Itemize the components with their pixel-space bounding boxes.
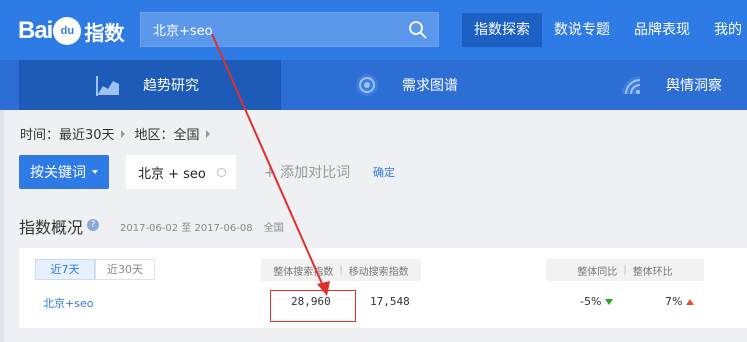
- yoy-value: -5%: [580, 295, 614, 308]
- mobile-search-header: 移动搜索指数: [348, 266, 409, 278]
- date-range-text: 2017-06-02 至 2017-06-08: [120, 223, 253, 234]
- keyword-chip-label: 北京 + seo: [138, 166, 206, 182]
- nav-my[interactable]: 我的: [702, 13, 747, 47]
- divider: |: [339, 264, 343, 276]
- by-keyword-label: 按关键词: [30, 165, 86, 181]
- date-range: 2017-06-02 至 2017-06-08 全国: [120, 219, 284, 234]
- paw-icon: du: [53, 17, 82, 45]
- search-box: [140, 12, 439, 47]
- left-edge-shadow: [0, 110, 4, 342]
- search-icon[interactable]: [408, 20, 428, 40]
- sub-nav: 趋势研究 需求图谱 舆情洞察: [0, 60, 747, 110]
- yoy-text: -5%: [580, 295, 602, 308]
- filter-bar: 时间：最近30天 地区：全国: [20, 124, 220, 143]
- logo-zhishu-text: 指数: [84, 20, 125, 45]
- mom-value: 7%: [665, 295, 695, 308]
- signal-icon: [622, 76, 641, 95]
- tab-sentiment-insight-label: 舆情洞察: [666, 78, 722, 94]
- overall-search-value: 28,960: [291, 295, 331, 308]
- top-nav: 指数探索 数说专题 品牌表现 我的: [462, 13, 747, 47]
- tab-last-30-days[interactable]: 近30天: [95, 259, 155, 280]
- tab-trend-research[interactable]: 趋势研究: [19, 60, 281, 110]
- tab-trend-research-label: 趋势研究: [143, 78, 199, 94]
- tab-last-7-days[interactable]: 近7天: [35, 259, 95, 280]
- arrow-up-icon: [686, 298, 695, 305]
- yoy-header: 整体同比: [577, 266, 618, 278]
- overall-search-header: 整体搜索指数: [273, 266, 334, 278]
- caret-down-icon: [92, 170, 98, 174]
- nav-data-topics[interactable]: 数说专题: [542, 13, 622, 47]
- mom-text: 7%: [665, 295, 683, 308]
- overview-panel: 近7天 近30天 整体搜索指数 | 移动搜索指数 整体同比 | 整体环比 北京+…: [19, 248, 747, 328]
- top-header: Bai du 指数 指数探索 数说专题 品牌表现 我的: [0, 0, 747, 60]
- nav-index-explore[interactable]: 指数探索: [462, 13, 542, 47]
- keyword-chip[interactable]: 北京 + seo: [126, 155, 236, 189]
- nav-brand-performance[interactable]: 品牌表现: [622, 13, 702, 47]
- tab-demand-graph[interactable]: 需求图谱: [354, 60, 534, 110]
- by-keyword-button[interactable]: 按关键词: [19, 155, 109, 189]
- tab-demand-graph-label: 需求图谱: [402, 78, 458, 94]
- arrow-down-icon: [605, 298, 614, 305]
- area-chart-icon: [96, 76, 119, 96]
- search-input[interactable]: [141, 13, 401, 46]
- baidu-index-logo[interactable]: Bai du 指数: [18, 14, 124, 48]
- section-title: 指数概况: [19, 218, 84, 237]
- logo-du-text: du: [60, 25, 75, 37]
- time-filter[interactable]: 时间：最近30天: [20, 124, 115, 143]
- divider: |: [623, 264, 627, 276]
- row-keyword-link[interactable]: 北京+seo: [43, 295, 93, 311]
- search-index-header: 整体搜索指数 | 移动搜索指数: [261, 259, 421, 281]
- change-header: 整体同比 | 整体环比: [546, 259, 704, 281]
- caret-right-icon: [120, 129, 125, 138]
- region-text: 全国: [263, 223, 284, 234]
- mom-header: 整体环比: [632, 266, 673, 278]
- tab-sentiment-insight[interactable]: 舆情洞察: [618, 60, 747, 110]
- add-compare-word[interactable]: + 添加对比词: [258, 155, 358, 189]
- region-filter[interactable]: 地区：全国: [135, 124, 200, 143]
- mobile-search-value: 17,548: [370, 295, 410, 308]
- radar-icon: [356, 74, 378, 96]
- period-tabs: 近7天 近30天: [35, 259, 155, 280]
- logo-bai-text: Bai: [18, 17, 53, 44]
- remove-keyword-icon[interactable]: [217, 168, 226, 177]
- confirm-link[interactable]: 确定: [373, 164, 395, 180]
- help-icon[interactable]: ?: [87, 219, 99, 231]
- caret-right-icon: [205, 129, 210, 138]
